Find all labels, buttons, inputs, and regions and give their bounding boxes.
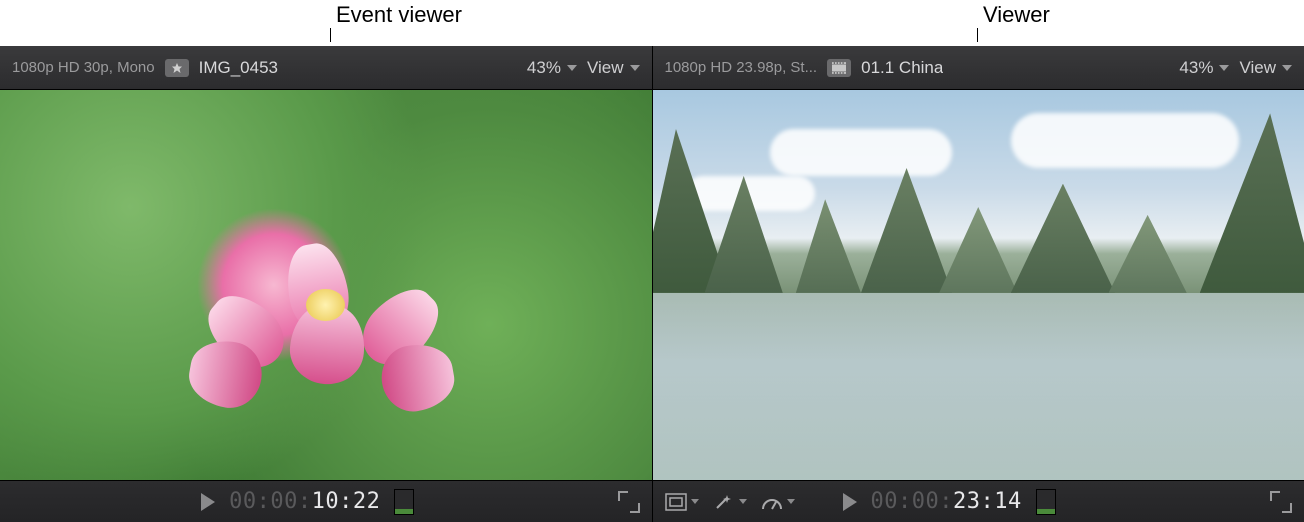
timecode-bright: 23:14 — [953, 489, 1022, 514]
view-label: View — [587, 58, 624, 78]
color-enhance-menu[interactable] — [713, 492, 747, 512]
callout-label: Viewer — [983, 2, 1050, 27]
speedometer-icon — [761, 493, 783, 511]
viewer-viewport[interactable] — [653, 90, 1304, 480]
zoom-value: 43% — [527, 58, 561, 78]
chevron-down-icon — [1219, 65, 1229, 71]
callout-pointer-line — [977, 28, 978, 42]
zoom-menu[interactable]: 43% — [527, 58, 577, 78]
viewer-bottombar: 00:00:23:14 — [653, 480, 1304, 522]
viewer-panel: 1080p HD 23.98p, St... 01.1 China 43% Vi… — [653, 46, 1304, 522]
timecode-bright: 10:22 — [312, 489, 381, 514]
chevron-down-icon — [567, 65, 577, 71]
chevron-down-icon — [787, 499, 795, 504]
fullscreen-button[interactable] — [618, 491, 640, 513]
timecode-dim: 00:00: — [229, 489, 311, 514]
format-readout: 1080p HD 30p, Mono — [12, 59, 155, 76]
zoom-menu[interactable]: 43% — [1179, 58, 1229, 78]
event-viewer-panel: 1080p HD 30p, Mono IMG_0453 43% View — [0, 46, 653, 522]
timecode-display[interactable]: 00:00:10:22 — [229, 489, 380, 514]
audio-meter[interactable] — [1036, 489, 1056, 515]
chevron-down-icon — [1282, 65, 1292, 71]
clip-name: IMG_0453 — [199, 58, 278, 78]
chevron-down-icon — [630, 65, 640, 71]
play-button[interactable] — [843, 493, 857, 511]
chevron-down-icon — [691, 499, 699, 504]
clip-name: 01.1 China — [861, 58, 943, 78]
project-clip-icon — [827, 59, 851, 77]
event-viewer-bottombar: 00:00:10:22 — [0, 480, 652, 522]
play-button[interactable] — [201, 493, 215, 511]
timecode-display[interactable]: 00:00:23:14 — [871, 489, 1022, 514]
retime-menu[interactable] — [761, 493, 795, 511]
callout-label: Event viewer — [336, 2, 462, 27]
timecode-dim: 00:00: — [871, 489, 953, 514]
view-menu[interactable]: View — [587, 58, 640, 78]
event-viewer-toolbar: 1080p HD 30p, Mono IMG_0453 43% View — [0, 46, 652, 90]
view-menu[interactable]: View — [1239, 58, 1292, 78]
zoom-value: 43% — [1179, 58, 1213, 78]
callout-row: Event viewer Viewer — [0, 0, 1304, 46]
callout-pointer-line — [330, 28, 331, 42]
audio-meter[interactable] — [394, 489, 414, 515]
viewer-toolbar: 1080p HD 23.98p, St... 01.1 China 43% Vi… — [653, 46, 1304, 90]
event-viewer-viewport[interactable] — [0, 90, 652, 480]
preview-image — [0, 90, 652, 480]
chevron-down-icon — [739, 499, 747, 504]
fullscreen-button[interactable] — [1270, 491, 1292, 513]
view-label: View — [1239, 58, 1276, 78]
format-readout: 1080p HD 23.98p, St... — [665, 59, 818, 76]
magic-wand-icon — [713, 492, 735, 512]
transform-menu[interactable] — [665, 493, 699, 511]
transform-icon — [665, 493, 687, 511]
viewer-panels-row: 1080p HD 30p, Mono IMG_0453 43% View — [0, 46, 1304, 522]
favorite-clip-icon — [165, 59, 189, 77]
callout-viewer: Viewer — [983, 2, 1050, 28]
preview-image — [653, 90, 1304, 480]
callout-event-viewer: Event viewer — [336, 2, 462, 28]
